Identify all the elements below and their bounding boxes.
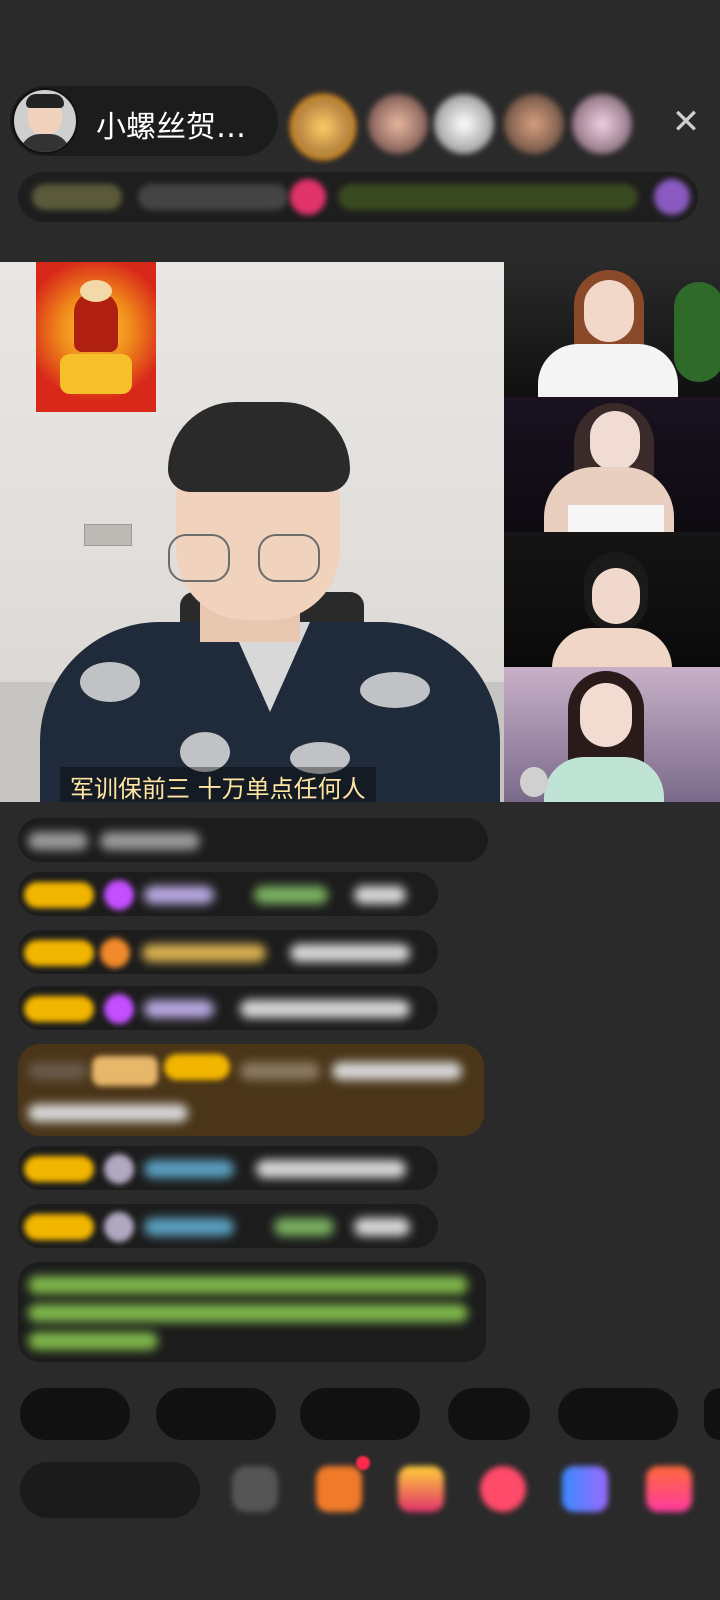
stats-chip[interactable] — [138, 184, 288, 210]
username — [144, 1160, 234, 1178]
chat-message-highlight[interactable] — [18, 1044, 484, 1136]
viewer-avatar[interactable] — [368, 94, 428, 154]
host-info-pill[interactable]: 小螺丝贺… — [10, 86, 278, 156]
viewer-avatar[interactable] — [434, 94, 494, 154]
fan-badge — [24, 996, 94, 1022]
notice-chip[interactable] — [338, 184, 638, 210]
quick-reply-chip[interactable] — [20, 1388, 130, 1440]
wall-poster — [36, 262, 156, 412]
emoji-icon[interactable] — [232, 1466, 278, 1512]
username — [274, 1218, 334, 1236]
avatar — [104, 1212, 134, 1242]
vip-badge — [92, 1056, 158, 1086]
quick-reply-chip[interactable] — [156, 1388, 276, 1440]
notice-text — [28, 1304, 468, 1322]
username — [144, 886, 214, 904]
chat-text — [28, 1104, 188, 1122]
fan-badge — [24, 1156, 94, 1182]
avatar — [100, 938, 130, 968]
fan-badge — [164, 1054, 230, 1080]
chat-message[interactable] — [18, 818, 488, 862]
chat-message[interactable] — [18, 930, 438, 974]
system-notice — [18, 1262, 486, 1362]
side-video-4[interactable] — [504, 667, 720, 802]
chat-input[interactable] — [20, 1462, 200, 1518]
glasses-left-lens — [168, 534, 230, 582]
chat-message[interactable] — [18, 872, 438, 916]
notification-dot — [356, 1456, 370, 1470]
wall-socket — [84, 524, 132, 546]
fan-badge — [24, 882, 94, 908]
quick-reply-chip[interactable] — [704, 1388, 720, 1440]
notice-text — [28, 1276, 468, 1294]
chat-text — [354, 1218, 410, 1236]
username — [144, 1218, 234, 1236]
viewer-avatar[interactable] — [572, 94, 632, 154]
heart-icon[interactable] — [480, 1466, 526, 1512]
host-avatar[interactable] — [12, 88, 78, 154]
host-name: 小螺丝贺… — [96, 110, 246, 145]
gift-icon[interactable] — [654, 179, 690, 215]
username — [142, 944, 266, 962]
treasure-icon[interactable] — [398, 1466, 444, 1512]
rank-chip[interactable] — [32, 184, 122, 210]
chat-text — [332, 1062, 462, 1080]
chat-text — [256, 1160, 406, 1178]
gem-icon — [104, 994, 134, 1024]
viewer-avatar[interactable] — [290, 94, 356, 160]
chat-text — [354, 886, 406, 904]
side-video-2[interactable] — [504, 397, 720, 532]
username — [240, 1062, 320, 1080]
close-icon[interactable]: ✕ — [668, 104, 704, 140]
more-gifts-icon[interactable] — [646, 1466, 692, 1512]
quick-reply-chip[interactable] — [558, 1388, 678, 1440]
username — [254, 886, 328, 904]
viewer-avatar[interactable] — [504, 94, 564, 154]
quick-reply-chip[interactable] — [448, 1388, 530, 1440]
chat-message[interactable] — [18, 986, 438, 1030]
notice-text — [28, 1332, 158, 1350]
fan-badge — [24, 940, 94, 966]
main-video-stream[interactable]: 军训保前三 十万单点任何人 — [0, 262, 504, 802]
stream-caption: 军训保前三 十万单点任何人 — [60, 767, 376, 802]
fan-badge — [24, 1214, 94, 1240]
glasses-right-lens — [258, 534, 320, 582]
quick-reply-chip[interactable] — [300, 1388, 420, 1440]
chat-message[interactable] — [18, 1204, 438, 1248]
level-badge — [28, 1062, 88, 1080]
chat-text — [290, 944, 410, 962]
red-badge-icon[interactable] — [290, 179, 326, 215]
gift-box-icon[interactable] — [316, 1466, 362, 1512]
chat-text — [240, 1000, 410, 1018]
live-info-bar[interactable] — [18, 172, 698, 222]
username — [144, 1000, 214, 1018]
game-icon[interactable] — [562, 1466, 608, 1512]
streamer-hair — [168, 402, 350, 492]
side-video-3[interactable] — [504, 532, 720, 667]
chat-text — [100, 832, 200, 850]
gem-icon — [104, 880, 134, 910]
chat-text — [28, 832, 88, 850]
avatar — [104, 1154, 134, 1184]
side-video-1[interactable] — [504, 262, 720, 397]
chat-message[interactable] — [18, 1146, 438, 1190]
